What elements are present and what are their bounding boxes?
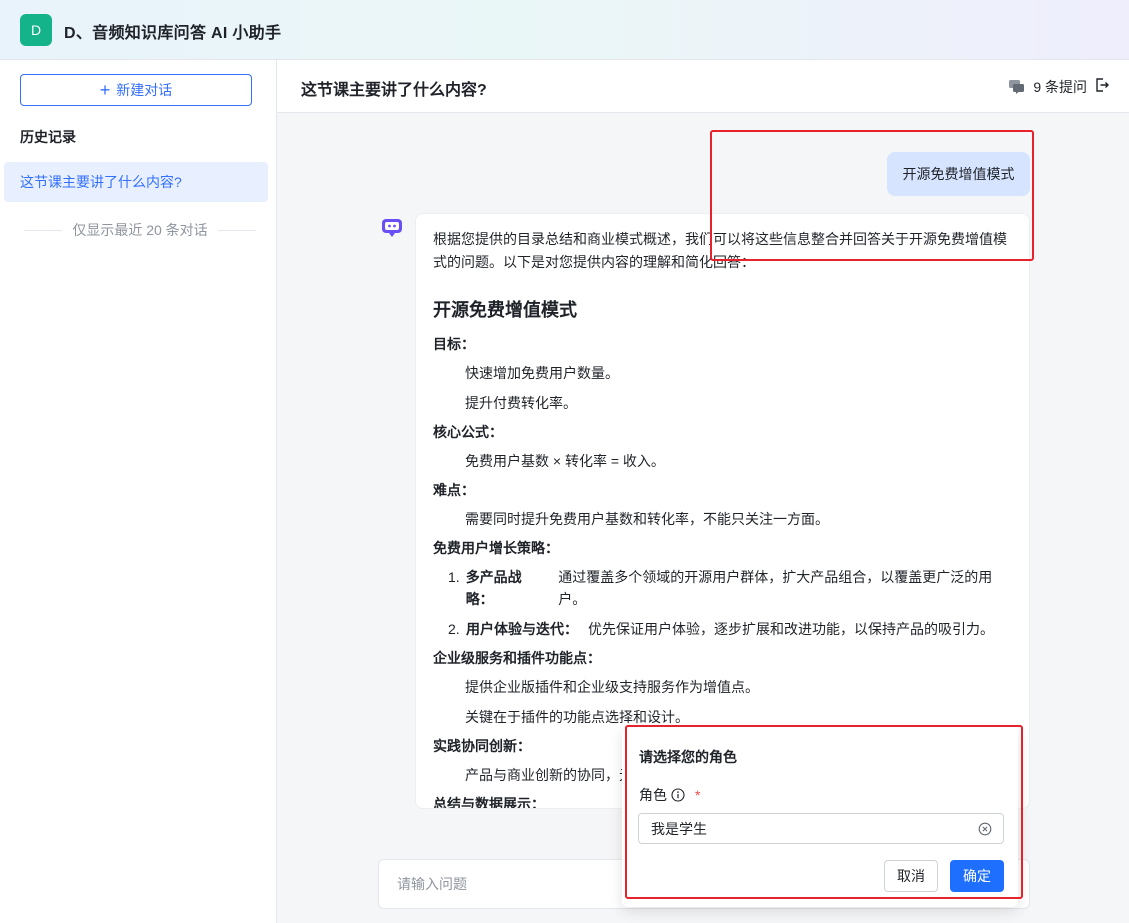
list-number: 1. bbox=[448, 569, 460, 585]
list-text: 优先保证用户体验，逐步扩展和改进功能，以保持产品的吸引力。 bbox=[588, 621, 994, 637]
section-title: 目标： bbox=[433, 336, 475, 352]
list-item: 1. 多产品战略： 通过覆盖多个领域的开源用户群体，扩大产品组合，以覆盖更广泛的… bbox=[448, 566, 1012, 610]
list-label: 用户体验与迭代： bbox=[466, 621, 578, 637]
section-line: 关键在于插件的功能点选择和设计。 bbox=[465, 709, 689, 725]
list-number: 2. bbox=[448, 621, 460, 637]
section-line: 提升付费转化率。 bbox=[465, 395, 577, 411]
confirm-button[interactable]: 确定 bbox=[950, 860, 1004, 892]
chat-bubbles-icon bbox=[1009, 80, 1025, 94]
bot-avatar-icon bbox=[382, 219, 402, 237]
role-label-text: 角色 bbox=[639, 787, 667, 803]
role-select[interactable]: 我是学生 bbox=[638, 813, 1004, 844]
user-message-text: 开源免费增值模式 bbox=[902, 166, 1015, 182]
chat-header: 这节课主要讲了什么内容? 9 条提问 bbox=[277, 60, 1129, 113]
required-mark: * bbox=[695, 787, 701, 803]
section-title: 企业级服务和插件功能点： bbox=[433, 650, 601, 666]
section-title: 难点： bbox=[433, 482, 475, 498]
section-line: 快速增加免费用户数量。 bbox=[465, 365, 619, 381]
sidebar: + 新建对话 历史记录 这节课主要讲了什么内容? 仅显示最近 20 条对话 bbox=[0, 60, 277, 923]
role-dialog: 请选择您的角色 角色 * 我是学生 取消 确定 bbox=[622, 727, 1018, 907]
clear-icon[interactable] bbox=[978, 822, 992, 836]
section-line: 免费用户基数 × 转化率 = 收入。 bbox=[465, 453, 665, 469]
section-line: 提供企业版插件和企业级支持服务作为增值点。 bbox=[465, 679, 759, 695]
history-note: 仅显示最近 20 条对话 bbox=[24, 220, 257, 240]
exit-icon[interactable] bbox=[1095, 78, 1109, 92]
answer-heading: 开源免费增值模式 bbox=[433, 300, 577, 320]
section-line: 需要同时提升免费用户基数和转化率，不能只关注一方面。 bbox=[465, 511, 829, 527]
app-title: D、音频知识库问答 AI 小助手 bbox=[64, 25, 282, 42]
history-note-text: 仅显示最近 20 条对话 bbox=[72, 222, 208, 238]
strategy-list: 1. 多产品战略： 通过覆盖多个领域的开源用户群体，扩大产品组合，以覆盖更广泛的… bbox=[433, 566, 1012, 640]
answer-intro: 根据您提供的目录总结和商业模式概述，我们可以将这些信息整合并回答关于开源免费增值… bbox=[433, 231, 1007, 270]
role-field-label: 角色 * bbox=[639, 785, 700, 805]
divider bbox=[217, 229, 257, 231]
list-label: 多产品战略： bbox=[465, 569, 522, 607]
history-item-label: 这节课主要讲了什么内容? bbox=[20, 174, 182, 190]
chat-title: 这节课主要讲了什么内容? bbox=[301, 82, 487, 99]
role-select-value: 我是学生 bbox=[651, 820, 707, 837]
new-chat-label: 新建对话 bbox=[116, 82, 173, 98]
section-title: 核心公式： bbox=[433, 424, 503, 440]
app-logo: D bbox=[20, 14, 52, 46]
question-count: 9 条提问 bbox=[1009, 77, 1087, 97]
history-item[interactable]: 这节课主要讲了什么内容? bbox=[4, 162, 268, 202]
role-dialog-title: 请选择您的角色 bbox=[639, 749, 737, 765]
new-chat-button[interactable]: + 新建对话 bbox=[20, 74, 252, 106]
history-title: 历史记录 bbox=[20, 129, 76, 145]
app-header: D D、音频知识库问答 AI 小助手 bbox=[0, 0, 1129, 60]
list-text: 通过覆盖多个领域的开源用户群体，扩大产品组合，以覆盖更广泛的用户。 bbox=[558, 569, 993, 607]
divider bbox=[24, 229, 63, 231]
list-item: 2. 用户体验与迭代： 优先保证用户体验，逐步扩展和改进功能，以保持产品的吸引力… bbox=[448, 618, 1012, 640]
question-count-text: 9 条提问 bbox=[1033, 79, 1087, 95]
cancel-button[interactable]: 取消 bbox=[884, 860, 938, 892]
user-message: 开源免费增值模式 bbox=[887, 152, 1030, 196]
plus-icon: + bbox=[99, 80, 111, 100]
info-icon[interactable] bbox=[671, 788, 685, 802]
section-title: 免费用户增长策略： bbox=[433, 540, 559, 556]
bot-answer: 根据您提供的目录总结和商业模式概述，我们可以将这些信息整合并回答关于开源免费增值… bbox=[415, 213, 1030, 809]
